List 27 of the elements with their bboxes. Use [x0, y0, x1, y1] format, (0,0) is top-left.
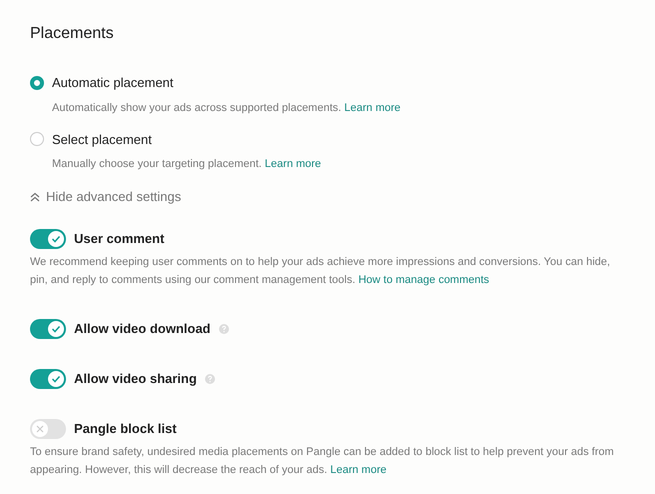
radio-label: Automatic placement — [52, 74, 174, 92]
radio-button[interactable] — [30, 132, 44, 146]
radio-label: Select placement — [52, 130, 152, 149]
toggle-switch[interactable] — [30, 318, 66, 338]
learn-more-link[interactable]: Learn more — [264, 158, 322, 170]
check-icon — [51, 374, 61, 384]
setting-label: User comment — [74, 230, 164, 248]
learn-more-link[interactable]: Learn more — [330, 464, 386, 476]
setting-label: Allow video download — [74, 320, 210, 338]
radio-button[interactable] — [30, 76, 44, 90]
setting-label: Pangle block list — [74, 420, 177, 438]
toggle-switch[interactable] — [30, 418, 66, 438]
check-icon — [51, 234, 61, 244]
setting-label: Allow video sharing — [74, 370, 197, 388]
description-text: To ensure brand safety, undesired media placements on Pangle can be added to block list to help prevent your ads from appearing. However, this will decrease the reach of your ads. Learn more — [30, 444, 615, 478]
x-icon — [36, 424, 44, 432]
toggle-switch[interactable] — [30, 228, 66, 248]
description-text: Automatically show your ads across supported placements. Learn more — [52, 100, 402, 116]
description-text: Manually choose your targeting placement. Learn more — [52, 157, 322, 172]
toggle-switch[interactable] — [30, 368, 66, 388]
learn-more-link[interactable]: How to manage comments — [358, 274, 490, 286]
check-icon — [51, 324, 61, 334]
description-text: We recommend keeping user comments on to help your ads achieve more impressions and conversions. You can hide, pin, and reply to comments using our comment management tools. How to manage comments — [30, 254, 612, 288]
chevrons-icon — [30, 192, 40, 202]
hide-advanced-settings-button[interactable]: Hide advanced settings — [30, 187, 182, 206]
section-title: Placements — [30, 24, 115, 44]
learn-more-link[interactable]: Learn more — [344, 102, 401, 114]
